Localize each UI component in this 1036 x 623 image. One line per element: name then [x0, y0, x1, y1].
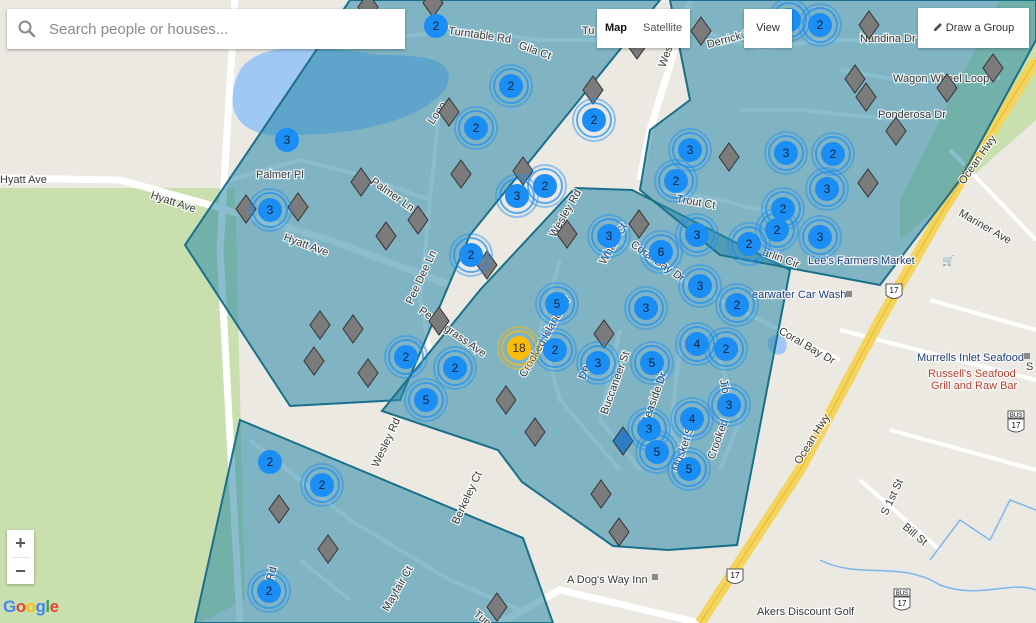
cluster-count: 6 [658, 245, 665, 259]
cluster-count: 2 [403, 350, 410, 364]
cluster-count: 3 [687, 143, 694, 157]
cluster-count: 2 [774, 223, 781, 237]
cluster-count: 5 [554, 297, 561, 311]
cluster-count: 5 [649, 356, 656, 370]
svg-text:17: 17 [890, 286, 899, 295]
cluster-count: 2 [723, 342, 730, 356]
route-shield-17: 17 [726, 568, 744, 584]
zoom-in-button[interactable]: + [7, 530, 34, 557]
road-label: Ponderosa Dr [878, 109, 946, 121]
cluster-count: 2 [508, 79, 515, 93]
route-shield-bus-17: BUS 17 [1007, 410, 1025, 433]
cluster-count: 2 [266, 584, 273, 598]
cluster-count: 5 [686, 462, 693, 476]
poi-label: Akers Discount Golf [757, 606, 855, 618]
cluster-marker[interactable]: 3 [275, 128, 299, 152]
map-type-map-button[interactable]: Map [597, 9, 635, 48]
cluster-count: 2 [452, 361, 459, 375]
road-label: Hyatt Ave [0, 174, 47, 186]
search-input[interactable] [47, 19, 391, 39]
cluster-count: 3 [514, 189, 521, 203]
cluster-count: 5 [423, 393, 430, 407]
cluster-count: 2 [591, 113, 598, 127]
route-shield-17: 17 [885, 283, 903, 299]
svg-text:17: 17 [898, 599, 907, 608]
google-logo: Google [3, 597, 59, 616]
pencil-icon [933, 22, 943, 35]
cluster-count: 2 [473, 121, 480, 135]
draw-group-button[interactable]: Draw a Group [918, 8, 1029, 48]
cluster-count: 3 [284, 133, 291, 147]
draw-group-label: Draw a Group [945, 22, 1015, 34]
svg-text:🛒: 🛒 [942, 254, 954, 267]
cluster-count: 2 [542, 179, 549, 193]
cluster-count: 3 [267, 203, 274, 217]
map-canvas[interactable]: Hyatt Ave Hyatt Ave Hyatt Ave Palmer Pl … [0, 0, 1036, 623]
cluster-marker[interactable]: 2 [424, 14, 448, 38]
zoom-control: + − [7, 530, 34, 584]
svg-text:BUS: BUS [896, 591, 908, 597]
cluster-count: 3 [817, 230, 824, 244]
map-type-control: Map Satellite [597, 9, 691, 48]
cluster-count: 2 [746, 237, 753, 251]
cluster-count: 3 [595, 356, 602, 370]
cluster-count: 3 [697, 279, 704, 293]
cluster-count: 4 [689, 412, 696, 426]
poi-label: Russell's Seafood [928, 368, 1016, 380]
cluster-count: 2 [734, 298, 741, 312]
cluster-count: 2 [817, 18, 824, 32]
cluster-count: 18 [512, 341, 526, 355]
search-bar[interactable] [7, 9, 405, 49]
road-label: Palmer Pl [256, 169, 304, 181]
cluster-count: 2 [319, 478, 326, 492]
svg-text:BUS: BUS [1010, 413, 1022, 419]
svg-text:17: 17 [731, 571, 740, 580]
cluster-count: 4 [694, 337, 701, 351]
poi-label: Murrells Inlet Seafood [917, 352, 1024, 364]
cluster-count: 2 [673, 174, 680, 188]
cluster-count: 2 [267, 455, 274, 469]
search-icon [7, 9, 47, 49]
cluster-count: 3 [824, 182, 831, 196]
map-type-satellite-button[interactable]: Satellite [635, 9, 690, 48]
road-label: Tu [582, 25, 594, 37]
poi-label: A Dog's Way Inn [567, 574, 648, 586]
cluster-count: 2 [552, 343, 559, 357]
cluster-count: 2 [433, 19, 440, 33]
cluster-count: 3 [643, 301, 650, 315]
cluster-count: 3 [694, 228, 701, 242]
poi-label: Grill and Raw Bar [931, 380, 1018, 392]
zoom-out-button[interactable]: − [7, 558, 34, 585]
cluster-count: 3 [783, 146, 790, 160]
cluster-count: 3 [606, 229, 613, 243]
cluster-count: 2 [830, 147, 837, 161]
route-shield-bus-17: BUS 17 [893, 588, 911, 611]
cluster-count: 2 [468, 248, 475, 262]
cluster-marker[interactable]: 2 [258, 450, 282, 474]
road-label: S [1026, 361, 1033, 373]
poi-label: earwater Car Wash [752, 289, 846, 301]
svg-text:17: 17 [1012, 421, 1021, 430]
view-button[interactable]: View [744, 9, 792, 48]
cluster-count: 3 [726, 398, 733, 412]
cluster-count: 5 [654, 445, 661, 459]
